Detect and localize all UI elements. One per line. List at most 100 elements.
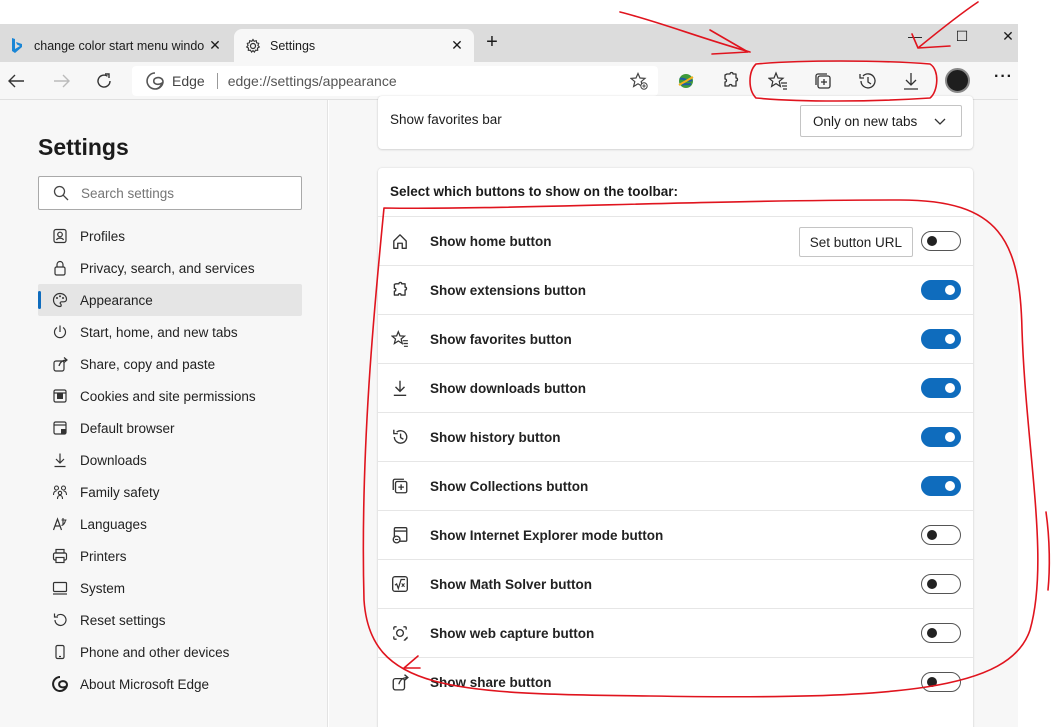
toggle-switch[interactable] <box>921 623 961 643</box>
edge-icon <box>52 676 68 692</box>
url-text[interactable]: edge://settings/appearance <box>228 73 397 89</box>
close-tab-icon[interactable]: ✕ <box>204 37 226 54</box>
toggle-row: Show web capture button <box>378 608 973 657</box>
globe-extension-icon[interactable] <box>675 70 697 92</box>
toggle-switch[interactable] <box>921 231 961 251</box>
avatar[interactable] <box>945 68 970 93</box>
sidebar-item-downloads[interactable]: Downloads <box>38 444 302 476</box>
back-icon[interactable] <box>4 69 28 93</box>
toggle-label: Show home button <box>430 233 552 249</box>
sidebar-item-profiles[interactable]: Profiles <box>38 220 302 252</box>
sidebar-item-default-browser[interactable]: Default browser <box>38 412 302 444</box>
search-icon <box>53 185 69 201</box>
lock-icon <box>52 260 68 276</box>
dropdown-value: Only on new tabs <box>813 113 918 129</box>
sidebar-item-phone-and-other-devices[interactable]: Phone and other devices <box>38 636 302 668</box>
bing-icon <box>8 37 26 55</box>
more-options-icon[interactable]: ··· <box>994 68 1013 86</box>
toggle-switch[interactable] <box>921 574 961 594</box>
sidebar-item-label: Share, copy and paste <box>80 356 216 372</box>
search-input[interactable] <box>81 185 281 201</box>
chevron-down-icon <box>934 118 946 125</box>
sidebar-item-cookies-and-site-permissions[interactable]: Cookies and site permissions <box>38 380 302 412</box>
sidebar-item-reset-settings[interactable]: Reset settings <box>38 604 302 636</box>
sidebar-item-appearance[interactable]: Appearance <box>38 284 302 316</box>
extensions-icon[interactable] <box>720 70 742 92</box>
address-bar[interactable]: Edge edge://settings/appearance <box>132 66 658 96</box>
reset-icon <box>52 612 68 628</box>
settings-content: Show favorites bar Only on new tabs Sele… <box>329 96 1018 727</box>
toggle-row: Show home button Set button URL <box>378 216 973 265</box>
toggle-switch[interactable] <box>921 525 961 545</box>
sidebar-item-languages[interactable]: Languages <box>38 508 302 540</box>
toolbar-buttons-card: Select which buttons to show on the tool… <box>378 168 973 727</box>
sidebar-item-label: About Microsoft Edge <box>80 676 210 692</box>
sidebar-item-share-copy-and-paste[interactable]: Share, copy and paste <box>38 348 302 380</box>
sidebar-item-privacy-search-and-services[interactable]: Privacy, search, and services <box>38 252 302 284</box>
download-icon[interactable] <box>900 70 922 92</box>
favorites-bar-dropdown[interactable]: Only on new tabs <box>800 105 962 137</box>
tab-title: Settings <box>270 38 316 53</box>
forward-icon[interactable] <box>50 69 74 93</box>
toggle-switch[interactable] <box>921 280 961 300</box>
toggle-switch[interactable] <box>921 476 961 496</box>
history-icon <box>390 427 410 447</box>
maximize-icon[interactable]: ☐ <box>947 28 977 45</box>
toggle-label: Show downloads button <box>430 380 586 396</box>
download-icon <box>390 378 410 398</box>
favorites-icon[interactable] <box>767 70 789 92</box>
refresh-icon[interactable] <box>92 69 116 93</box>
tab-title: change color start menu window <box>34 38 204 53</box>
new-tab-button[interactable]: + <box>480 31 504 54</box>
sidebar-item-start-home-and-new-tabs[interactable]: Start, home, and new tabs <box>38 316 302 348</box>
cookies-icon <box>52 388 68 404</box>
divider <box>216 73 218 89</box>
minimize-icon[interactable]: — <box>900 28 930 44</box>
extensions-icon <box>390 280 410 300</box>
phone-icon <box>52 644 68 660</box>
toggle-row: Show history button <box>378 412 973 461</box>
languages-icon <box>52 516 68 532</box>
family-icon <box>52 484 68 500</box>
close-window-icon[interactable]: ✕ <box>993 28 1023 45</box>
toggle-label: Show Internet Explorer mode button <box>430 527 664 543</box>
toggle-label: Show extensions button <box>430 282 587 298</box>
sidebar-item-label: Reset settings <box>80 612 166 628</box>
toggle-row: Show Math Solver button <box>378 559 973 608</box>
search-box[interactable] <box>38 176 302 210</box>
tab-bing[interactable]: change color start menu window ✕ <box>0 29 232 62</box>
toggle-switch[interactable] <box>921 378 961 398</box>
set-button-url-button[interactable]: Set button URL <box>798 227 913 257</box>
sidebar-item-family-safety[interactable]: Family safety <box>38 476 302 508</box>
sidebar-item-label: System <box>80 580 126 596</box>
toggle-switch[interactable] <box>921 329 961 349</box>
section-title: Select which buttons to show on the tool… <box>390 184 678 199</box>
printer-icon <box>52 548 68 564</box>
add-favorite-icon[interactable] <box>629 72 648 93</box>
tab-settings[interactable]: Settings ✕ <box>234 29 474 62</box>
sidebar-item-printers[interactable]: Printers <box>38 540 302 572</box>
settings-nav: Profiles Privacy, search, and services App… <box>38 220 302 700</box>
toggle-row: Show Internet Explorer mode button <box>378 510 973 559</box>
favorites-bar-label: Show favorites bar <box>390 112 502 127</box>
toggle-row: Show downloads button <box>378 363 973 412</box>
share-icon <box>390 672 410 692</box>
toggle-row: Show favorites button <box>378 314 973 363</box>
web-capture-icon <box>390 623 410 643</box>
sidebar-item-label: Privacy, search, and services <box>80 260 255 276</box>
history-icon[interactable] <box>856 70 878 92</box>
browser-icon <box>52 420 68 436</box>
close-tab-icon[interactable]: ✕ <box>446 37 468 54</box>
favorites-bar-card: Show favorites bar Only on new tabs <box>378 96 973 149</box>
sidebar-item-label: Start, home, and new tabs <box>80 324 238 340</box>
share-icon <box>52 356 68 372</box>
collections-icon[interactable] <box>812 70 834 92</box>
profile-icon <box>52 228 68 244</box>
ie-mode-icon <box>390 525 410 545</box>
sidebar-item-system[interactable]: System <box>38 572 302 604</box>
toggle-switch[interactable] <box>921 427 961 447</box>
sidebar-item-about-microsoft-edge[interactable]: About Microsoft Edge <box>38 668 302 700</box>
settings-sidebar: Settings Profiles Privacy, search, and se… <box>0 100 328 727</box>
toggle-switch[interactable] <box>921 672 961 692</box>
sidebar-item-label: Phone and other devices <box>80 644 230 660</box>
